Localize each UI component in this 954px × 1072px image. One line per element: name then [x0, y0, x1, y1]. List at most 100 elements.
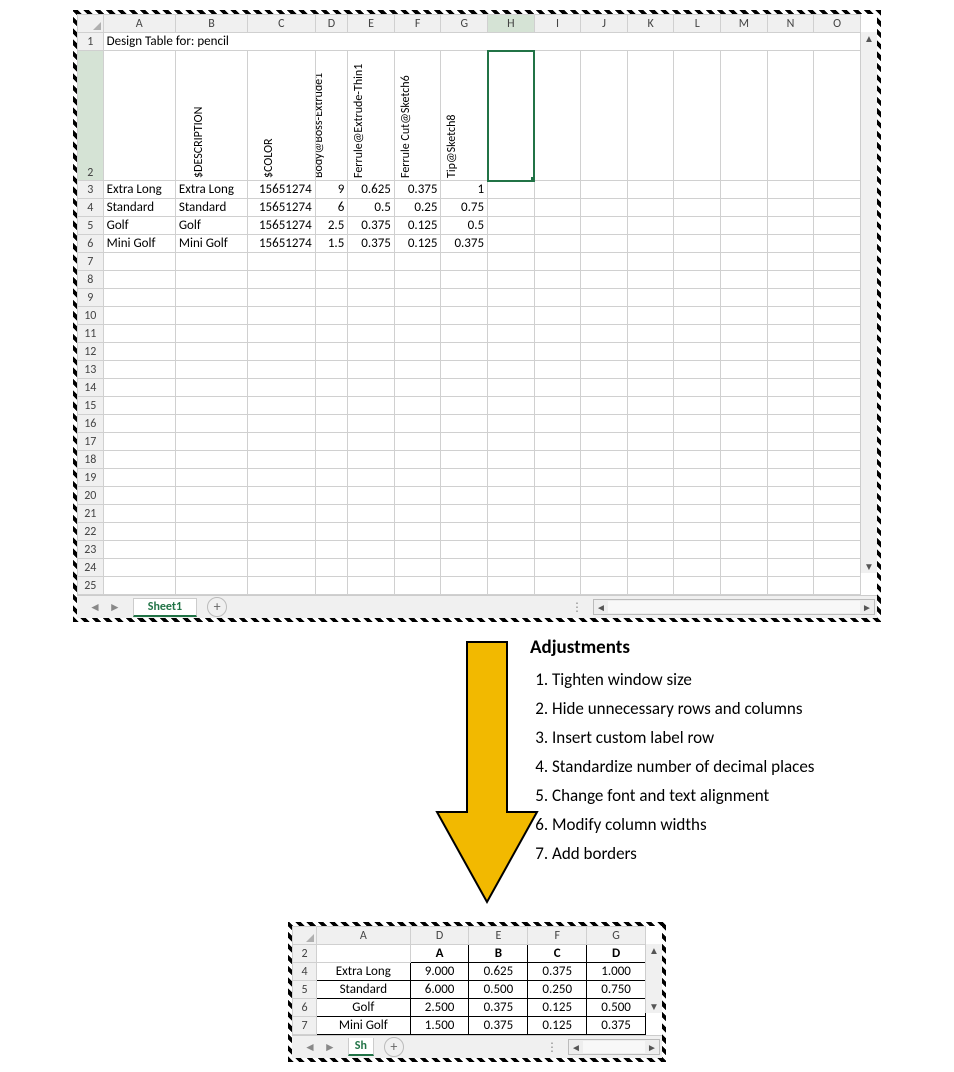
cell[interactable]: 0.375: [587, 1017, 646, 1035]
cell[interactable]: [534, 397, 581, 415]
cell[interactable]: [488, 235, 535, 253]
row-header[interactable]: 24: [78, 559, 104, 577]
select-all-corner[interactable]: [293, 927, 317, 945]
cell[interactable]: Standard: [103, 199, 175, 217]
cell[interactable]: [721, 523, 768, 541]
col-header[interactable]: D: [315, 15, 348, 33]
cell[interactable]: [248, 307, 316, 325]
cell[interactable]: [627, 415, 674, 433]
cell[interactable]: Extra Long: [316, 963, 410, 981]
cell[interactable]: [581, 541, 628, 559]
cell[interactable]: [315, 271, 348, 289]
cell[interactable]: [315, 577, 348, 595]
cell[interactable]: [248, 397, 316, 415]
cell[interactable]: Standard: [316, 981, 410, 999]
cell[interactable]: [175, 397, 247, 415]
cell[interactable]: [175, 487, 247, 505]
select-all-corner[interactable]: [78, 15, 104, 33]
cell[interactable]: [175, 451, 247, 469]
cell[interactable]: [248, 505, 316, 523]
cell[interactable]: [814, 415, 861, 433]
cell[interactable]: [721, 469, 768, 487]
cell[interactable]: [627, 541, 674, 559]
col-header[interactable]: J: [581, 15, 628, 33]
cell[interactable]: [488, 361, 535, 379]
cell[interactable]: [721, 307, 768, 325]
cell[interactable]: 0.125: [528, 999, 587, 1017]
cell[interactable]: [488, 181, 535, 199]
cell[interactable]: [674, 289, 721, 307]
cell[interactable]: [315, 397, 348, 415]
cell[interactable]: [814, 271, 861, 289]
cell[interactable]: [581, 397, 628, 415]
cell[interactable]: [248, 271, 316, 289]
cell[interactable]: [534, 235, 581, 253]
cell[interactable]: Extra Long: [103, 181, 175, 199]
cell[interactable]: [674, 487, 721, 505]
cell[interactable]: [441, 361, 488, 379]
cell[interactable]: [581, 325, 628, 343]
cell[interactable]: [248, 343, 316, 361]
cell[interactable]: [767, 361, 814, 379]
cell[interactable]: [103, 523, 175, 541]
cell[interactable]: [581, 451, 628, 469]
cell[interactable]: [674, 217, 721, 235]
cell[interactable]: [103, 469, 175, 487]
cell[interactable]: [814, 235, 861, 253]
cell[interactable]: [581, 307, 628, 325]
cell[interactable]: [627, 487, 674, 505]
cell[interactable]: Mini Golf: [175, 235, 247, 253]
cell[interactable]: [441, 577, 488, 595]
cell[interactable]: [674, 271, 721, 289]
cell[interactable]: [315, 559, 348, 577]
cell[interactable]: [767, 235, 814, 253]
cell[interactable]: [581, 415, 628, 433]
title-cell[interactable]: Design Table for: pencil: [103, 33, 860, 51]
row-header[interactable]: 12: [78, 343, 104, 361]
scroll-left-icon[interactable]: ◄: [569, 1041, 583, 1054]
cell[interactable]: [103, 451, 175, 469]
label-cell[interactable]: B: [469, 945, 528, 963]
cell[interactable]: [348, 433, 395, 451]
col-header[interactable]: A: [316, 927, 410, 945]
col-header[interactable]: B: [175, 15, 247, 33]
cell[interactable]: [441, 343, 488, 361]
col-header[interactable]: L: [674, 15, 721, 33]
cell[interactable]: [175, 541, 247, 559]
cell[interactable]: [767, 469, 814, 487]
cell[interactable]: [581, 433, 628, 451]
cell[interactable]: [814, 181, 861, 199]
cell[interactable]: 0.375: [441, 235, 488, 253]
row-header[interactable]: 4: [293, 963, 317, 981]
cell[interactable]: [103, 325, 175, 343]
cell[interactable]: [394, 559, 441, 577]
cell[interactable]: [175, 271, 247, 289]
cell[interactable]: [248, 325, 316, 343]
cell[interactable]: [674, 253, 721, 271]
cell[interactable]: [315, 325, 348, 343]
cell[interactable]: [348, 487, 395, 505]
cell[interactable]: [767, 217, 814, 235]
cell[interactable]: [488, 199, 535, 217]
cell[interactable]: [814, 217, 861, 235]
cell[interactable]: [767, 307, 814, 325]
cell[interactable]: [534, 181, 581, 199]
cell[interactable]: [348, 415, 395, 433]
cell[interactable]: [581, 361, 628, 379]
cell[interactable]: [581, 523, 628, 541]
cell[interactable]: [721, 181, 768, 199]
add-sheet-button[interactable]: +: [384, 1037, 404, 1057]
cell[interactable]: 6: [315, 199, 348, 217]
row-header[interactable]: 6: [78, 235, 104, 253]
cell[interactable]: [814, 541, 861, 559]
col-header[interactable]: I: [534, 15, 581, 33]
cell[interactable]: [315, 541, 348, 559]
cell[interactable]: [581, 271, 628, 289]
cell[interactable]: [175, 577, 247, 595]
scroll-right-icon[interactable]: ►: [860, 601, 874, 614]
row-header[interactable]: 23: [78, 541, 104, 559]
cell[interactable]: [767, 379, 814, 397]
cell[interactable]: [441, 505, 488, 523]
cell[interactable]: [175, 523, 247, 541]
cell[interactable]: Golf: [103, 217, 175, 235]
